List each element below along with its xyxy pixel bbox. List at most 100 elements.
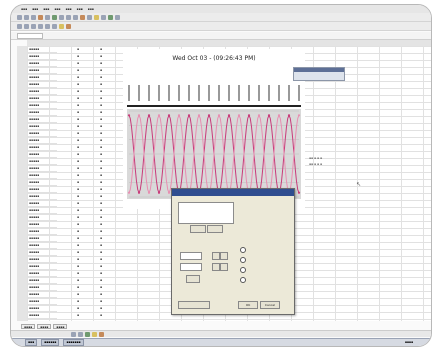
cell[interactable]: ▪ xyxy=(71,284,85,291)
embedded-chart[interactable]: Wed Oct 03 - (09:26:43 PM) xyxy=(123,49,305,209)
cell[interactable]: ▪▪▪▪▪ xyxy=(27,53,57,60)
dialog-radio-3[interactable] xyxy=(240,267,246,273)
start-button[interactable]: ▪▪▪ xyxy=(25,339,38,346)
dialog-spin-3[interactable] xyxy=(212,263,220,271)
cell[interactable]: ▪▪▪▪▪ xyxy=(27,151,57,158)
cell[interactable]: ▪ xyxy=(71,158,85,165)
cell[interactable]: ▪▪▪▪▪ xyxy=(27,144,57,151)
print-icon[interactable] xyxy=(38,14,43,20)
formatting-toolbar[interactable] xyxy=(11,22,431,31)
cell[interactable]: ▪ xyxy=(71,200,85,207)
fill-icon[interactable] xyxy=(92,331,97,337)
cell[interactable]: ▪ xyxy=(95,116,107,123)
cell[interactable]: ▪ xyxy=(95,228,107,235)
shape-icon[interactable] xyxy=(85,331,90,337)
sort-icon[interactable] xyxy=(101,14,106,20)
cell[interactable]: ▪ xyxy=(95,186,107,193)
menu-item[interactable]: ▪▪▪ xyxy=(77,7,83,11)
cell[interactable]: ▪ xyxy=(95,221,107,228)
cell[interactable]: ▪ xyxy=(71,81,85,88)
cell[interactable]: ▪ xyxy=(71,123,85,130)
cell[interactable]: ▪ xyxy=(71,179,85,186)
cell[interactable]: ▪▪▪▪▪ xyxy=(27,200,57,207)
cell[interactable]: ▪ xyxy=(95,74,107,81)
standard-toolbar[interactable] xyxy=(11,13,431,22)
cell[interactable]: ▪▪▪▪▪ xyxy=(27,123,57,130)
column-a-cells[interactable]: ▪▪▪▪▪ ▪▪▪▪▪ ▪▪▪▪▪ ▪▪▪▪▪ ▪▪▪▪▪ ▪▪▪▪▪ ▪▪▪▪▪ ▪▪▪▪▪… xyxy=(27,46,57,321)
cell[interactable]: ▪ xyxy=(71,214,85,221)
cell[interactable]: ▪ xyxy=(71,137,85,144)
formula-bar[interactable] xyxy=(11,32,431,40)
cell[interactable]: ▪▪▪▪▪ xyxy=(27,207,57,214)
cell[interactable]: ▪ xyxy=(95,95,107,102)
dialog-small-button-2[interactable] xyxy=(207,225,223,233)
align-left-icon[interactable] xyxy=(38,23,43,29)
cell[interactable]: ▪ xyxy=(95,270,107,277)
dialog-ok-button[interactable]: OK xyxy=(238,301,258,309)
cell[interactable]: ▪ xyxy=(95,291,107,298)
cell[interactable]: ▪▪▪▪▪ xyxy=(27,60,57,67)
cell[interactable]: ▪ xyxy=(71,165,85,172)
cell[interactable]: ▪▪▪▪▪ xyxy=(27,270,57,277)
cell[interactable]: ▪ xyxy=(71,221,85,228)
cell[interactable]: ▪ xyxy=(71,109,85,116)
cell[interactable]: ▪▪▪▪▪ xyxy=(27,235,57,242)
cell[interactable]: ▪ xyxy=(71,305,85,312)
cell[interactable]: ▪ xyxy=(95,102,107,109)
cell[interactable]: ▪ xyxy=(95,214,107,221)
menu-bar[interactable]: ▪▪▪ ▪▪▪ ▪▪▪ ▪▪▪ ▪▪▪ ▪▪▪ ▪▪▪ xyxy=(11,5,431,13)
cell[interactable]: ▪▪▪▪▪ xyxy=(27,249,57,256)
drawing-toolbar[interactable] xyxy=(11,330,431,337)
cell[interactable]: ▪▪▪▪▪ xyxy=(27,88,57,95)
new-icon[interactable] xyxy=(17,14,22,20)
dialog-spin-4[interactable] xyxy=(220,263,228,271)
cell[interactable]: ▪ xyxy=(71,277,85,284)
dialog-spin-1[interactable] xyxy=(212,252,220,260)
cell[interactable]: ▪▪▪▪▪ xyxy=(27,193,57,200)
zoom-icon[interactable] xyxy=(115,14,120,20)
spell-icon[interactable] xyxy=(52,14,57,20)
cell[interactable]: ▪▪▪▪▪ xyxy=(27,298,57,305)
taskbar-item[interactable]: ▪▪▪▪▪▪ xyxy=(41,339,60,346)
dialog-apply-button[interactable] xyxy=(186,275,200,283)
cell[interactable]: ▪ xyxy=(95,67,107,74)
cell[interactable]: ▪▪▪▪▪ xyxy=(27,109,57,116)
column-b-cells[interactable]: ▪ ▪ ▪ ▪ ▪ ▪ ▪ ▪ ▪ ▪ ▪ ▪ ▪ ▪ ▪ ▪ ▪ ▪ ▪ ▪ ▪ ▪ ▪ ▪ ▪ ▪ ▪ ▪ ▪ ▪ ▪ ▪ ▪ ▪ ▪ ▪ ▪ ▪ ▪ xyxy=(71,46,85,321)
cell[interactable]: ▪ xyxy=(71,46,85,53)
taskbar[interactable]: ▪▪▪ ▪▪▪▪▪▪ ▪▪▪▪▪▪▪ ▪▪▪▪ xyxy=(11,338,431,346)
dialog-radio-1[interactable] xyxy=(240,247,246,253)
sum-icon[interactable] xyxy=(94,14,99,20)
cell[interactable]: ▪▪▪▪▪ xyxy=(27,305,57,312)
cell[interactable]: ▪ xyxy=(95,249,107,256)
cell[interactable]: ▪▪▪▪▪ xyxy=(27,137,57,144)
dialog-spin-2[interactable] xyxy=(220,252,228,260)
cell[interactable]: ▪▪▪▪▪ xyxy=(27,221,57,228)
cell[interactable]: ▪ xyxy=(95,207,107,214)
cell[interactable]: ▪ xyxy=(71,207,85,214)
dialog-options-button[interactable] xyxy=(178,301,210,309)
cell[interactable]: ▪ xyxy=(95,144,107,151)
cell[interactable]: ▪ xyxy=(71,60,85,67)
cell[interactable]: ▪ xyxy=(71,53,85,60)
cell[interactable]: ▪▪▪▪▪ xyxy=(27,291,57,298)
save-icon[interactable] xyxy=(31,14,36,20)
arrow-icon[interactable] xyxy=(78,331,83,337)
cell[interactable]: ▪▪▪▪▪ xyxy=(27,179,57,186)
cell[interactable]: ▪▪▪▪▪ xyxy=(27,95,57,102)
cell[interactable]: ▪▪▪▪▪ xyxy=(27,214,57,221)
cell[interactable]: ▪▪▪▪▪ xyxy=(27,46,57,53)
cell[interactable]: ▪ xyxy=(71,186,85,193)
line-color-icon[interactable] xyxy=(99,331,104,337)
cell[interactable]: ▪ xyxy=(71,298,85,305)
cell[interactable]: ▪ xyxy=(95,298,107,305)
cell[interactable]: ▪ xyxy=(95,277,107,284)
cell[interactable]: ▪ xyxy=(71,193,85,200)
cell[interactable]: ▪ xyxy=(71,144,85,151)
sheet-tab[interactable]: ▪▪▪▪ xyxy=(53,324,68,329)
cell[interactable]: ▪ xyxy=(95,172,107,179)
cell[interactable]: ▪ xyxy=(95,256,107,263)
cell[interactable]: ▪ xyxy=(95,151,107,158)
cell[interactable]: ▪ xyxy=(71,67,85,74)
cell[interactable]: ▪ xyxy=(71,312,85,319)
chart-toolbar[interactable] xyxy=(293,67,345,81)
